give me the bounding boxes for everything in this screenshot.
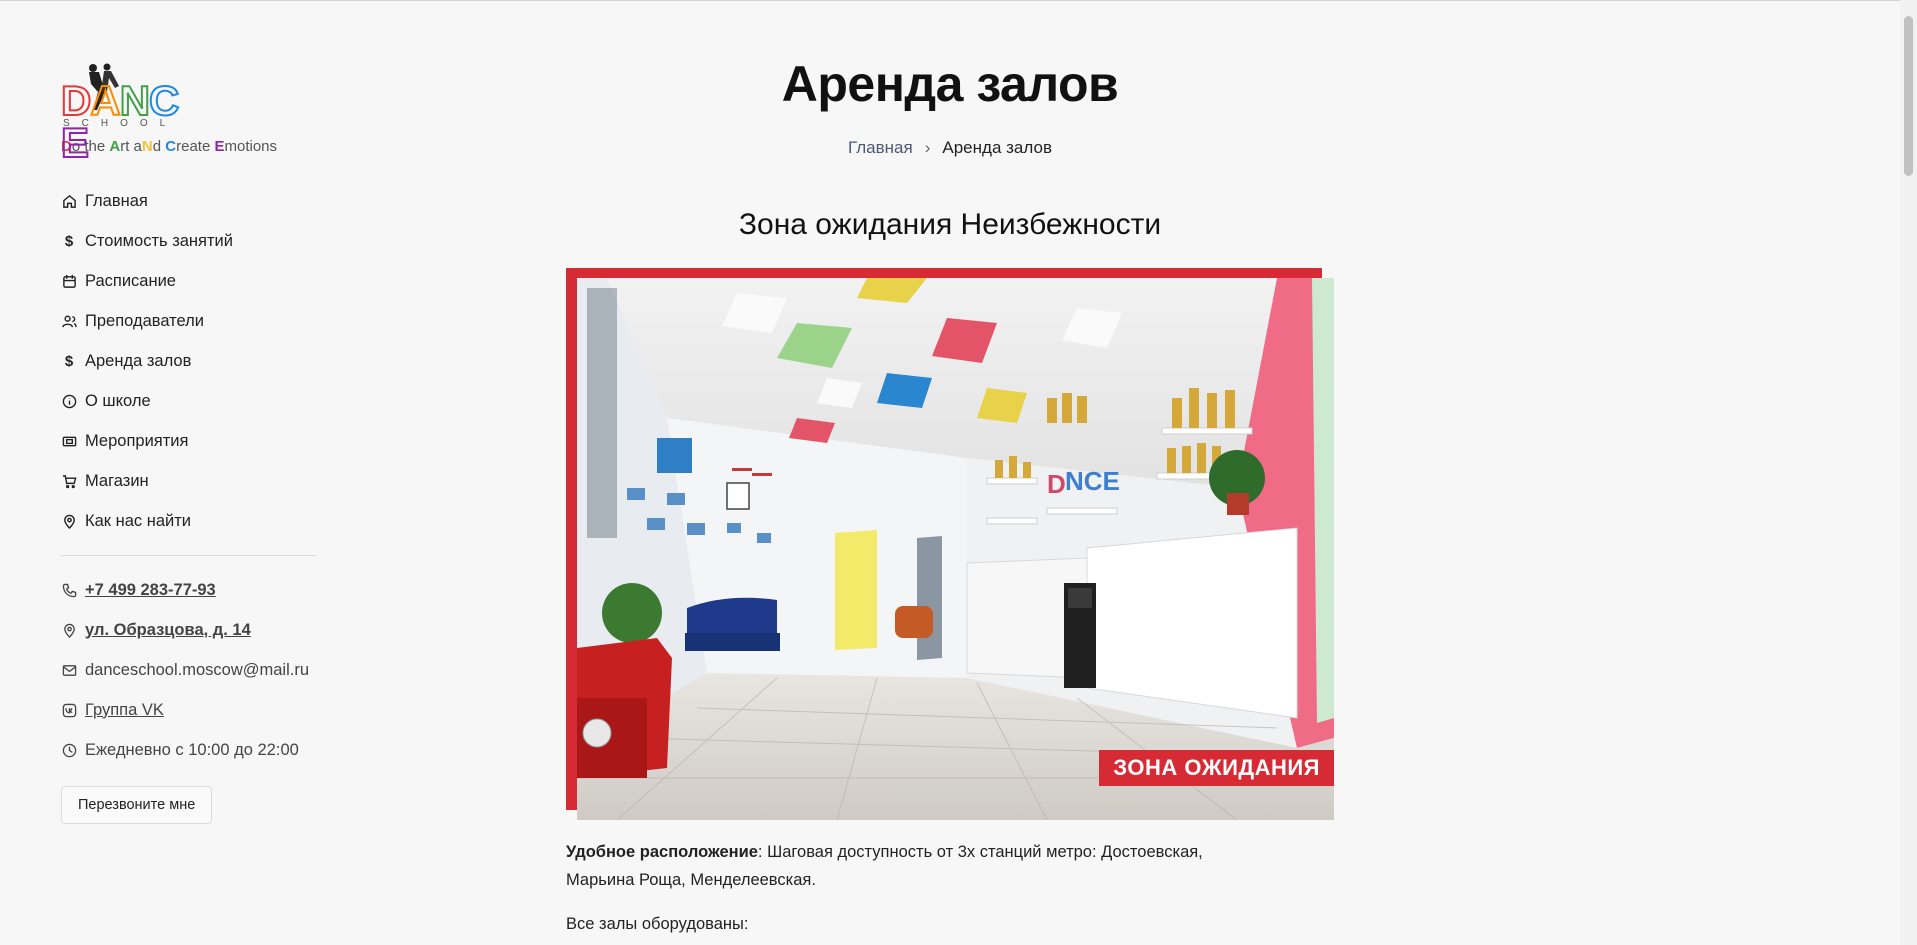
dollar-icon: $ (64, 232, 74, 250)
map-pin-icon (61, 622, 77, 638)
callback-button[interactable]: Перезвоните мне (61, 786, 213, 824)
nav-item-about[interactable]: О школе (61, 381, 321, 421)
map-pin-icon (61, 513, 77, 529)
contact-email: danceschool.moscow@mail.ru (61, 650, 321, 690)
location-label: Удобное расположение (566, 843, 758, 861)
nav-item-home[interactable]: Главная (61, 181, 321, 221)
nav-item-teachers[interactable]: Преподаватели (61, 301, 321, 341)
nav-item-rent[interactable]: $ Аренда залов (61, 341, 321, 381)
nav-label: Как нас найти (85, 511, 191, 530)
contact-hours: Ежедневно с 10:00 до 22:00 (61, 730, 321, 770)
logo-school-text: SCHOOL (63, 118, 178, 129)
breadcrumb-home-link[interactable]: Главная (848, 138, 913, 157)
clock-icon (61, 742, 77, 758)
logo-letter: C (148, 77, 180, 124)
chevron-right-icon: › (924, 138, 931, 157)
svg-text:D: D (1047, 469, 1066, 499)
waiting-zone-photo: D NCE ЗОНА ОЖИДАНИЯ (566, 268, 1334, 820)
top-border (0, 0, 1917, 1)
svg-text:NCE: NCE (1065, 466, 1120, 496)
nav-label: Магазин (85, 471, 149, 490)
scrollbar-thumb[interactable] (1904, 16, 1913, 176)
nav-label: О школе (85, 391, 151, 410)
users-icon (61, 313, 77, 329)
logo-letter: N (119, 77, 151, 124)
location-paragraph: Удобное расположение: Шаговая доступност… (566, 838, 1256, 894)
nav-item-events[interactable]: Мероприятия (61, 421, 321, 461)
phone-icon (61, 582, 77, 598)
contact-phone: +7 499 283-77-93 (61, 570, 321, 610)
vk-icon (61, 702, 77, 718)
nav-label: Мероприятия (85, 431, 189, 450)
dollar-icon: $ (64, 352, 74, 370)
equipment-paragraph: Все залы оборудованы: (566, 915, 749, 933)
ticket-icon (61, 433, 77, 449)
page-scrollbar[interactable] (1900, 0, 1917, 945)
nav-item-schedule[interactable]: Расписание (61, 261, 321, 301)
tagline-part: motions (224, 138, 278, 155)
tagline-part: E (214, 138, 225, 155)
photo-frame-left (566, 268, 577, 810)
nav-label: Стоимость занятий (85, 231, 233, 250)
nav-label: Преподаватели (85, 311, 205, 330)
page-title: Аренда залов (781, 56, 1119, 112)
main-nav: Главная $ Стоимость занятий Расписание П… (61, 181, 321, 541)
mail-icon (61, 662, 77, 678)
breadcrumb-current: Аренда залов (942, 138, 1052, 157)
nav-item-prices[interactable]: $ Стоимость занятий (61, 221, 321, 261)
home-icon (61, 193, 77, 209)
contacts-list: +7 499 283-77-93 ул. Образцова, д. 14 da… (61, 570, 321, 770)
contact-address: ул. Образцова, д. 14 (61, 610, 321, 650)
email-text: danceschool.moscow@mail.ru (85, 660, 310, 679)
photo-frame-top (566, 268, 1322, 278)
photo-badge: ЗОНА ОЖИДАНИЯ (1099, 750, 1334, 786)
logo-letter: D (60, 77, 92, 124)
address-link[interactable]: ул. Образцова, д. 14 (85, 621, 251, 640)
nav-label: Главная (85, 191, 148, 210)
sidebar: DANCE SCHOOL Do the Art aNd Create Emoti… (60, 62, 321, 824)
breadcrumb: Главная › Аренда залов (500, 138, 1400, 158)
logo[interactable]: DANCE SCHOOL (60, 62, 201, 165)
nav-label: Аренда залов (85, 351, 192, 370)
vk-group-link[interactable]: Группа VK (85, 701, 164, 720)
contact-vk: Группа VK (61, 690, 321, 730)
phone-link[interactable]: +7 499 283-77-93 (85, 581, 216, 600)
hours-text: Ежедневно с 10:00 до 22:00 (85, 740, 299, 759)
calendar-icon (61, 273, 77, 289)
room-photo-image: D NCE (577, 278, 1334, 820)
nav-label: Расписание (85, 271, 176, 290)
logo-letter: A (89, 77, 121, 124)
sidebar-divider (61, 555, 316, 556)
info-icon (61, 393, 77, 409)
cart-icon (61, 473, 77, 489)
nav-item-shop[interactable]: Магазин (61, 461, 321, 501)
section-title: Зона ожидания Неизбежности (738, 208, 1162, 241)
nav-item-location[interactable]: Как нас найти (61, 501, 321, 541)
